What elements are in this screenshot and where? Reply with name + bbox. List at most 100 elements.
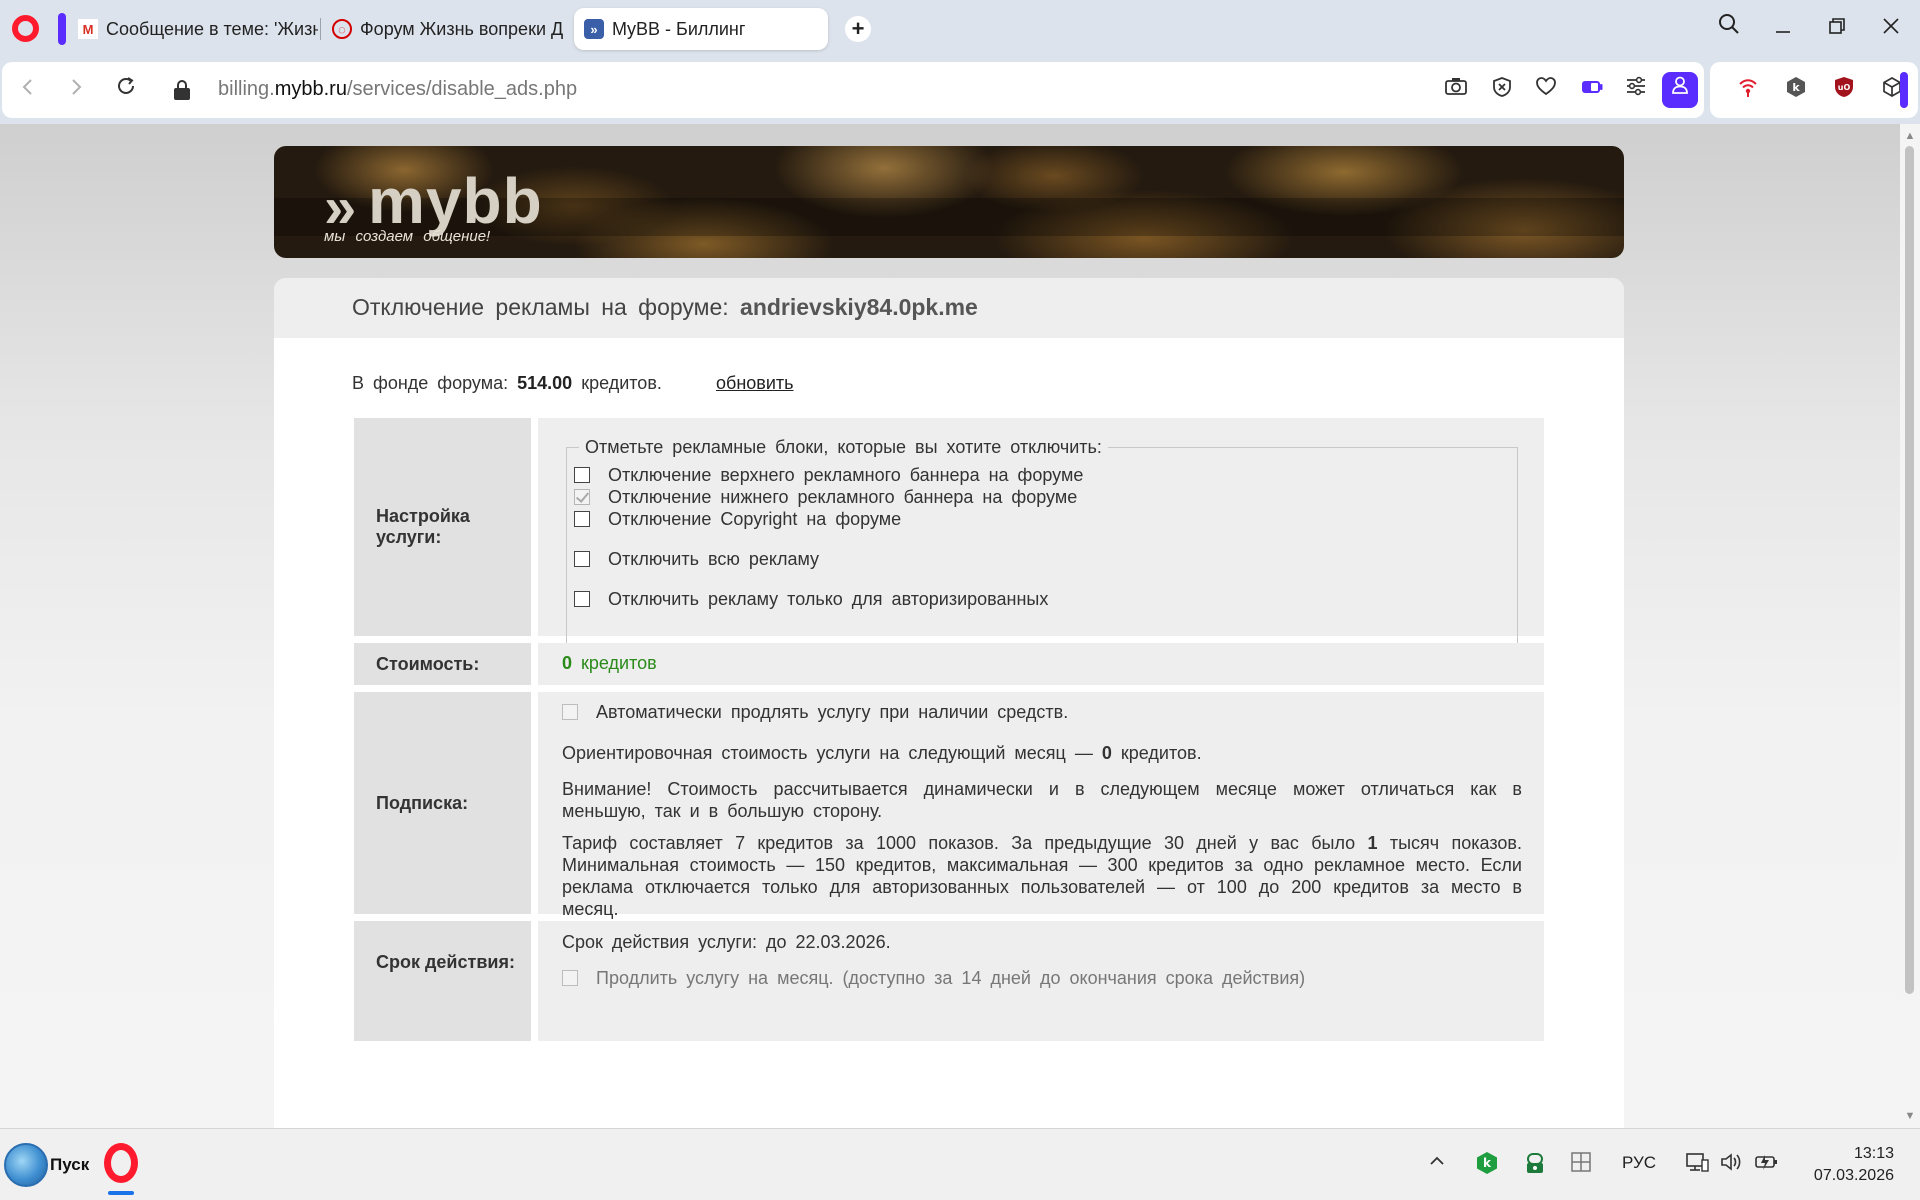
kaspersky-extension-icon[interactable]: k [1782, 76, 1810, 104]
forward-icon[interactable] [60, 74, 92, 106]
start-button[interactable]: Пуск [4, 1135, 100, 1195]
scrollbar-thumb[interactable] [1905, 146, 1914, 994]
fund-amount: 514.00 [517, 373, 573, 393]
extensions-panel: k uO [1710, 62, 1918, 118]
estimate-value: 0 [1101, 743, 1112, 763]
page-title-forum: andrievskiy84.0pk.me [740, 294, 978, 320]
tray-grid-icon[interactable] [1568, 1151, 1594, 1177]
logo-word: mybb [368, 165, 543, 237]
tab-gmail[interactable]: M Сообщение в теме: 'Жизн [68, 8, 318, 50]
checkbox[interactable] [574, 591, 590, 607]
camera-icon[interactable] [1442, 76, 1470, 104]
page-title-prefix: Отключение рекламы на форуме: [352, 294, 729, 320]
fund-prefix: В фонде форума: [352, 373, 509, 393]
option-label: Отключение нижнего рекламного баннера на… [608, 486, 1078, 507]
tab-label: Сообщение в теме: 'Жизн [106, 18, 318, 39]
tab-forum[interactable]: ◌ Форум Жизнь вопреки Д [322, 8, 570, 50]
kaspersky-tray-icon[interactable]: k [1474, 1151, 1500, 1177]
opera-menu-icon[interactable] [12, 15, 39, 42]
ublock-icon[interactable]: uO [1830, 76, 1858, 104]
battery-icon[interactable] [1754, 1151, 1780, 1177]
scroll-up-icon[interactable]: ▲ [1900, 126, 1920, 146]
reload-icon[interactable] [110, 74, 142, 106]
battery-saver-icon[interactable] [1578, 76, 1606, 104]
cost-value: 0 кредитов [562, 653, 657, 674]
checkbox[interactable] [574, 467, 590, 483]
address-bar-url[interactable]: billing.mybb.ru/services/disable_ads.php [218, 78, 577, 101]
new-tab-button[interactable]: + [845, 16, 871, 42]
checkbox[interactable] [574, 551, 590, 567]
volume-icon[interactable] [1718, 1151, 1744, 1177]
browser-toolbar: billing.mybb.ru/services/disable_ads.php… [0, 58, 1920, 124]
restore-icon[interactable] [1820, 12, 1854, 46]
vpn-signal-icon[interactable] [1734, 76, 1762, 104]
lock-icon[interactable] [174, 80, 190, 100]
tariff-text: Тариф составляет 7 кредитов за 1000 пока… [562, 832, 1522, 920]
language-indicator[interactable]: РУС [1622, 1153, 1656, 1173]
taskbar-opera-icon[interactable] [100, 1135, 144, 1195]
extend-option[interactable]: Продлить услугу на месяц. (доступно за 1… [562, 967, 1305, 989]
clock-time: 13:13 [1853, 1145, 1894, 1162]
back-icon[interactable] [12, 74, 44, 106]
option-authorized-only[interactable]: Отключить рекламу только для авторизиров… [574, 588, 1048, 610]
option-all-ads[interactable]: Отключить всю рекламу [574, 548, 819, 570]
tab-mybb-billing[interactable]: » MyBB - Биллинг [574, 8, 828, 50]
settings-label: Настройка услуги: [354, 418, 531, 636]
subscription-cell: Автоматически продлять услугу при наличи… [538, 692, 1544, 919]
svg-text:uO: uO [1838, 83, 1851, 92]
url-domain: mybb.ru [274, 78, 347, 100]
vertical-scrollbar[interactable]: ▲ ▼ [1900, 124, 1920, 1128]
tariff-prefix: Тариф составляет 7 кредитов за 1000 пока… [562, 833, 1356, 853]
adblock-icon[interactable] [1488, 76, 1516, 104]
option-copyright[interactable]: Отключение Copyright на форуме [574, 508, 901, 530]
price-warning: Внимание! Стоимость рассчитывается динам… [562, 779, 1522, 821]
tab-accent-bar [58, 13, 66, 45]
refresh-link[interactable]: обновить [716, 373, 794, 394]
easy-setup-icon[interactable] [1622, 76, 1650, 104]
validity-cell: Срок действия услуги: до 22.03.2026. Про… [538, 921, 1544, 1041]
taskbar: Пуск k РУС 13:13 07.03.2026 [0, 1128, 1920, 1200]
address-bar-panel: billing.mybb.ru/services/disable_ads.php [2, 62, 1704, 118]
option-label: Отключить рекламу только для авторизиров… [608, 588, 1049, 609]
option-label: Отключение Copyright на форуме [608, 508, 902, 529]
option-bottom-banner[interactable]: Отключение нижнего рекламного баннера на… [574, 486, 1077, 508]
scroll-down-icon[interactable]: ▼ [1900, 1106, 1920, 1126]
svg-text:k: k [1483, 1156, 1492, 1170]
cost-unit: кредитов [581, 653, 657, 673]
auto-renew-option[interactable]: Автоматически продлять услугу при наличи… [562, 701, 1068, 723]
mybb-logo: » mybb мы создаем общение! [324, 165, 544, 248]
tab-label: MyBB - Биллинг [612, 18, 746, 39]
profile-icon[interactable] [1662, 72, 1698, 108]
url-subdomain: billing. [218, 78, 275, 100]
tray-app-icon[interactable] [1522, 1151, 1548, 1177]
option-top-banner[interactable]: Отключение верхнего рекламного баннера н… [574, 464, 1083, 486]
cost-amount: 0 [562, 653, 573, 673]
cost-cell: 0 кредитов [538, 643, 1544, 685]
checkbox[interactable] [574, 489, 590, 505]
search-tabs-icon[interactable] [1712, 12, 1746, 46]
svg-text:k: k [1792, 81, 1800, 94]
subscription-label: Подписка: [354, 692, 531, 914]
minimize-icon[interactable] [1766, 12, 1800, 46]
network-icon[interactable] [1684, 1151, 1710, 1177]
close-icon[interactable] [1874, 12, 1908, 46]
tariff-count: 1 [1367, 833, 1378, 853]
estimate-prefix: Ориентировочная стоимость услуги на след… [562, 743, 1093, 763]
logo-slogan: мы создаем общение! [324, 228, 491, 245]
url-path: /services/disable_ads.php [346, 78, 578, 100]
mybb-banner[interactable]: » mybb мы создаем общение! [274, 146, 1624, 258]
start-label: Пуск [50, 1155, 90, 1174]
mybb-favicon-icon: » [584, 19, 604, 39]
tray-expand-icon[interactable] [1424, 1151, 1450, 1177]
sidebar-accent-bar[interactable] [1900, 72, 1908, 108]
cost-label: Стоимость: [354, 643, 531, 685]
clock-date: 07.03.2026 [1813, 1167, 1894, 1184]
auto-renew-checkbox[interactable] [562, 704, 578, 720]
taskbar-clock[interactable]: 13:13 07.03.2026 [1804, 1143, 1894, 1187]
ad-blocks-legend: Отметьте рекламные блоки, которые вы хот… [579, 437, 1108, 458]
auto-renew-label: Автоматически продлять услугу при наличи… [596, 701, 1069, 722]
extend-checkbox[interactable] [562, 970, 578, 986]
page-viewport: » mybb мы создаем общение! Отключение ре… [0, 124, 1900, 1128]
heart-icon[interactable] [1532, 76, 1560, 104]
checkbox[interactable] [574, 511, 590, 527]
